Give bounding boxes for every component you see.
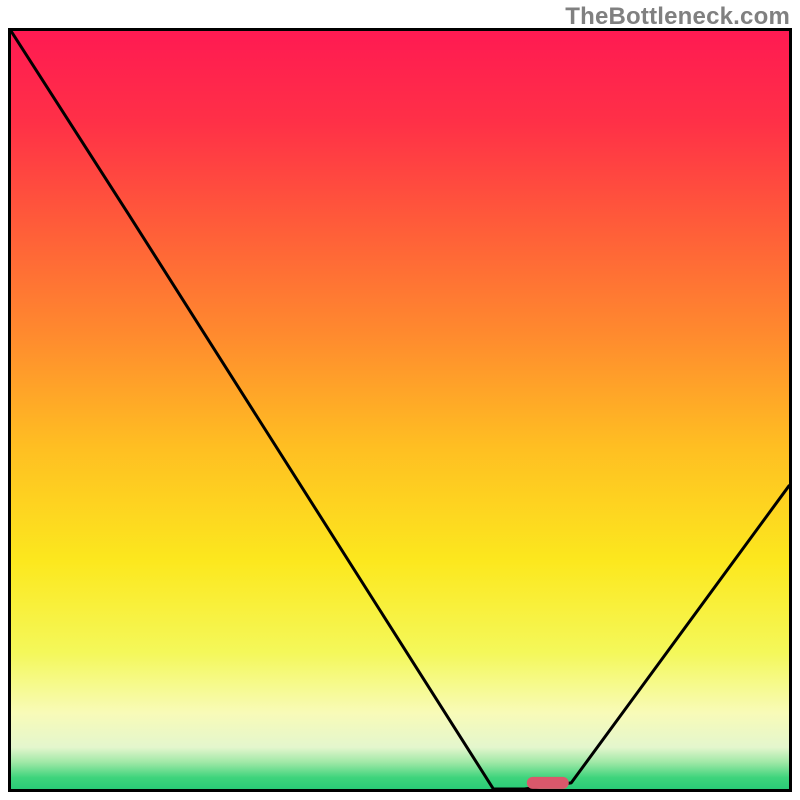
watermark-text: TheBottleneck.com [565, 3, 790, 31]
chart-canvas [11, 31, 789, 789]
optimal-marker [527, 777, 569, 789]
chart-background [11, 31, 789, 789]
chart-frame [8, 28, 792, 792]
